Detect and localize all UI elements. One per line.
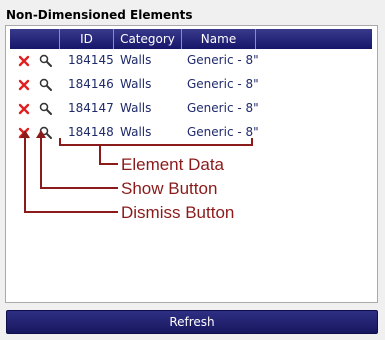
annotation-dismiss-button: Dismiss Button <box>121 203 235 222</box>
dismiss-button-arrow <box>24 138 118 213</box>
show-arrowhead <box>36 130 46 138</box>
dismiss-arrowhead <box>20 130 30 138</box>
annotation-element-data: Element Data <box>121 155 224 174</box>
annotation-show-button: Show Button <box>121 179 218 198</box>
refresh-button[interactable]: Refresh <box>6 310 378 334</box>
